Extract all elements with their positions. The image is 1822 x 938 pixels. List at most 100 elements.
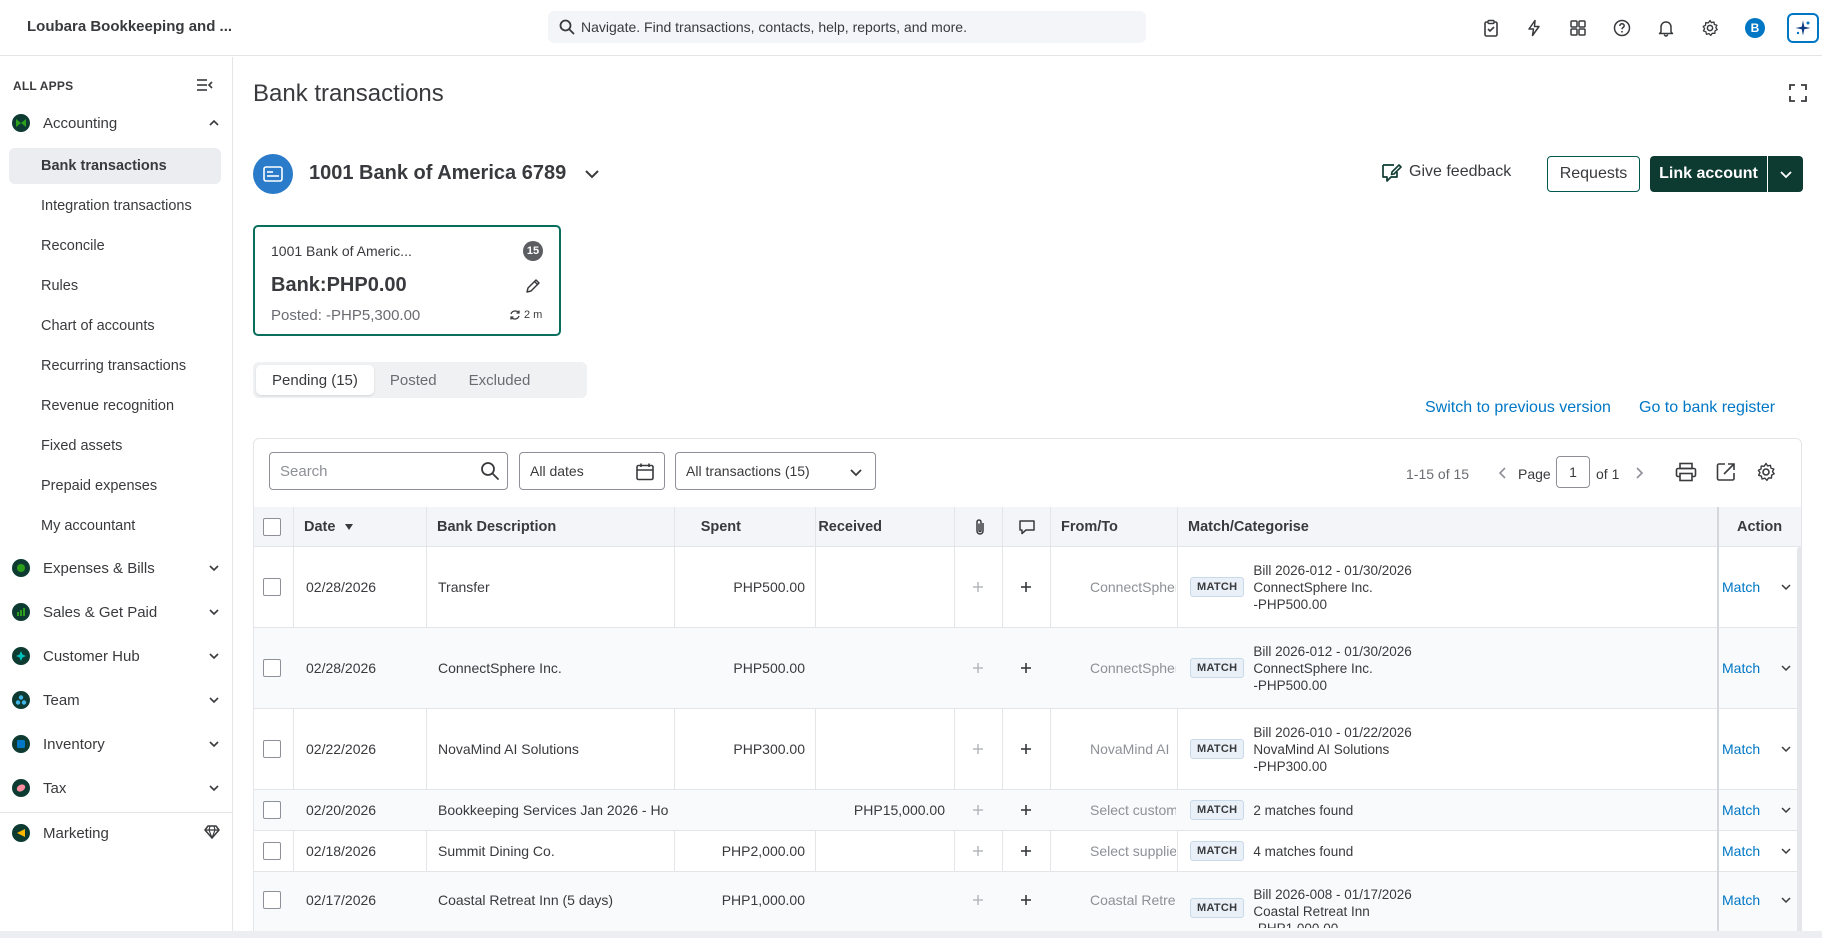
table-row[interactable]: 02/20/2026 Bookkeeping Services Jan 2026…: [254, 790, 1801, 831]
app-team[interactable]: Team: [12, 686, 222, 714]
gear-icon[interactable]: [1698, 16, 1722, 40]
table-row[interactable]: 02/17/2026 Coastal Retreat Inn (5 days) …: [254, 872, 1801, 937]
sidebar-item-revenue-recognition[interactable]: Revenue recognition: [9, 388, 221, 424]
table-scrollbar[interactable]: [1797, 547, 1801, 937]
row-from-to[interactable]: ConnectSphere Inc.: [1090, 547, 1176, 627]
match-button[interactable]: Match: [1722, 802, 1760, 818]
avatar[interactable]: B: [1745, 18, 1765, 38]
tasks-icon[interactable]: [1479, 16, 1503, 40]
sidebar-item-bank-transactions[interactable]: Bank transactions: [9, 148, 221, 184]
sidebar-item-my-accountant[interactable]: My accountant: [9, 508, 221, 544]
table-row[interactable]: 02/18/2026 Summit Dining Co. PHP2,000.00…: [254, 831, 1801, 872]
table-search[interactable]: [269, 452, 508, 490]
print-icon[interactable]: [1675, 462, 1697, 482]
add-attachment-icon[interactable]: [972, 831, 984, 871]
row-from-to[interactable]: Coastal Retreat Inn: [1090, 872, 1176, 928]
chevron-right-icon[interactable]: [1633, 466, 1645, 480]
row-checkbox[interactable]: [263, 547, 281, 627]
sidebar-item-prepaid-expenses[interactable]: Prepaid expenses: [9, 468, 221, 504]
company-name[interactable]: Loubara Bookkeeping and ...: [27, 18, 232, 35]
row-match[interactable]: MATCH 4 matches found: [1190, 831, 1353, 871]
chevron-down-icon[interactable]: [1780, 662, 1792, 674]
app-tax[interactable]: Tax: [12, 774, 222, 802]
match-button[interactable]: Match: [1722, 892, 1760, 908]
row-checkbox[interactable]: [263, 790, 281, 830]
add-attachment-icon[interactable]: [972, 709, 984, 789]
chevron-down-icon[interactable]: [208, 562, 220, 574]
row-from-to[interactable]: Select customer: [1090, 790, 1176, 830]
global-search-input[interactable]: [581, 11, 1141, 43]
app-marketing[interactable]: Marketing: [12, 819, 222, 847]
bank-register-link[interactable]: Go to bank register: [1639, 399, 1775, 417]
select-all-checkbox[interactable]: [263, 507, 281, 547]
sidebar-item-integration-transactions[interactable]: Integration transactions: [9, 188, 221, 224]
collapse-menu-icon[interactable]: [196, 78, 214, 92]
global-search[interactable]: [548, 11, 1146, 43]
row-from-to[interactable]: Select supplier: [1090, 831, 1176, 871]
transaction-type-filter[interactable]: All transactions (15): [675, 452, 876, 490]
bell-icon[interactable]: [1654, 16, 1678, 40]
match-button[interactable]: Match: [1722, 843, 1760, 859]
add-attachment-icon[interactable]: [972, 790, 984, 830]
gear-icon[interactable]: [1756, 462, 1776, 482]
match-button[interactable]: Match: [1722, 579, 1760, 595]
column-date[interactable]: Date: [304, 507, 354, 547]
export-icon[interactable]: [1716, 462, 1736, 482]
row-from-to[interactable]: ConnectSphere Inc.: [1090, 628, 1176, 708]
chevron-down-icon[interactable]: [208, 738, 220, 750]
match-button[interactable]: Match: [1722, 660, 1760, 676]
add-comment-icon[interactable]: [1020, 709, 1032, 789]
apps-grid-icon[interactable]: [1566, 16, 1590, 40]
app-accounting[interactable]: Accounting: [12, 109, 222, 137]
sidebar-item-reconcile[interactable]: Reconcile: [9, 228, 221, 264]
account-name[interactable]: 1001 Bank of America 6789: [309, 162, 566, 185]
chevron-down-icon[interactable]: [208, 694, 220, 706]
lightning-icon[interactable]: [1522, 16, 1546, 40]
chevron-down-icon[interactable]: [1780, 743, 1792, 755]
add-comment-icon[interactable]: [1020, 547, 1032, 627]
chevron-down-icon[interactable]: [1780, 845, 1792, 857]
add-comment-icon[interactable]: [1020, 831, 1032, 871]
row-match[interactable]: MATCH 2 matches found: [1190, 790, 1353, 830]
row-checkbox[interactable]: [263, 831, 281, 871]
row-from-to[interactable]: NovaMind AI: [1090, 709, 1176, 789]
chevron-down-icon[interactable]: [1780, 804, 1792, 816]
table-row[interactable]: 02/22/2026 NovaMind AI Solutions PHP300.…: [254, 709, 1801, 790]
row-checkbox[interactable]: [263, 628, 281, 708]
row-checkbox[interactable]: [263, 872, 281, 928]
chevron-down-icon[interactable]: [1780, 894, 1792, 906]
tab-posted[interactable]: Posted: [374, 365, 453, 395]
add-comment-icon[interactable]: [1020, 628, 1032, 708]
pencil-icon[interactable]: [525, 278, 541, 294]
table-search-input[interactable]: [280, 453, 470, 489]
sidebar-item-rules[interactable]: Rules: [9, 268, 221, 304]
row-match[interactable]: MATCH Bill 2026-010 - 01/22/2026 NovaMin…: [1190, 709, 1412, 789]
chevron-down-icon[interactable]: [583, 165, 601, 183]
match-button[interactable]: Match: [1722, 741, 1760, 757]
row-match[interactable]: MATCH Bill 2026-012 - 01/30/2026 Connect…: [1190, 628, 1412, 708]
switch-version-link[interactable]: Switch to previous version: [1425, 399, 1611, 417]
app-customer-hub[interactable]: Customer Hub: [12, 642, 222, 670]
give-feedback-link[interactable]: Give feedback: [1380, 162, 1511, 182]
app-sales-get-paid[interactable]: Sales & Get Paid: [12, 598, 222, 626]
add-attachment-icon[interactable]: [972, 628, 984, 708]
tab-excluded[interactable]: Excluded: [453, 365, 547, 395]
chevron-up-icon[interactable]: [208, 117, 220, 129]
add-comment-icon[interactable]: [1020, 790, 1032, 830]
link-account-button[interactable]: Link account: [1650, 156, 1767, 192]
sidebar-item-chart-of-accounts[interactable]: Chart of accounts: [9, 308, 221, 344]
date-filter[interactable]: All dates: [519, 452, 665, 490]
table-row[interactable]: 02/28/2026 ConnectSphere Inc. PHP500.00 …: [254, 628, 1801, 709]
sidebar-item-recurring-transactions[interactable]: Recurring transactions: [9, 348, 221, 384]
chevron-left-icon[interactable]: [1497, 466, 1509, 480]
chevron-down-icon[interactable]: [208, 650, 220, 662]
help-icon[interactable]: [1610, 16, 1634, 40]
bank-account-card[interactable]: 1001 Bank of Americ... 15 Bank:PHP0.00 P…: [253, 225, 561, 336]
app-expenses-bills[interactable]: Expenses & Bills: [12, 554, 222, 582]
search-icon[interactable]: [480, 461, 500, 481]
chevron-down-icon[interactable]: [1780, 581, 1792, 593]
row-match[interactable]: MATCH Bill 2026-008 - 01/17/2026 Coastal…: [1190, 872, 1412, 928]
chevron-down-icon[interactable]: [208, 606, 220, 618]
tab-pending[interactable]: Pending (15): [256, 365, 374, 395]
fullscreen-icon[interactable]: [1788, 83, 1808, 103]
